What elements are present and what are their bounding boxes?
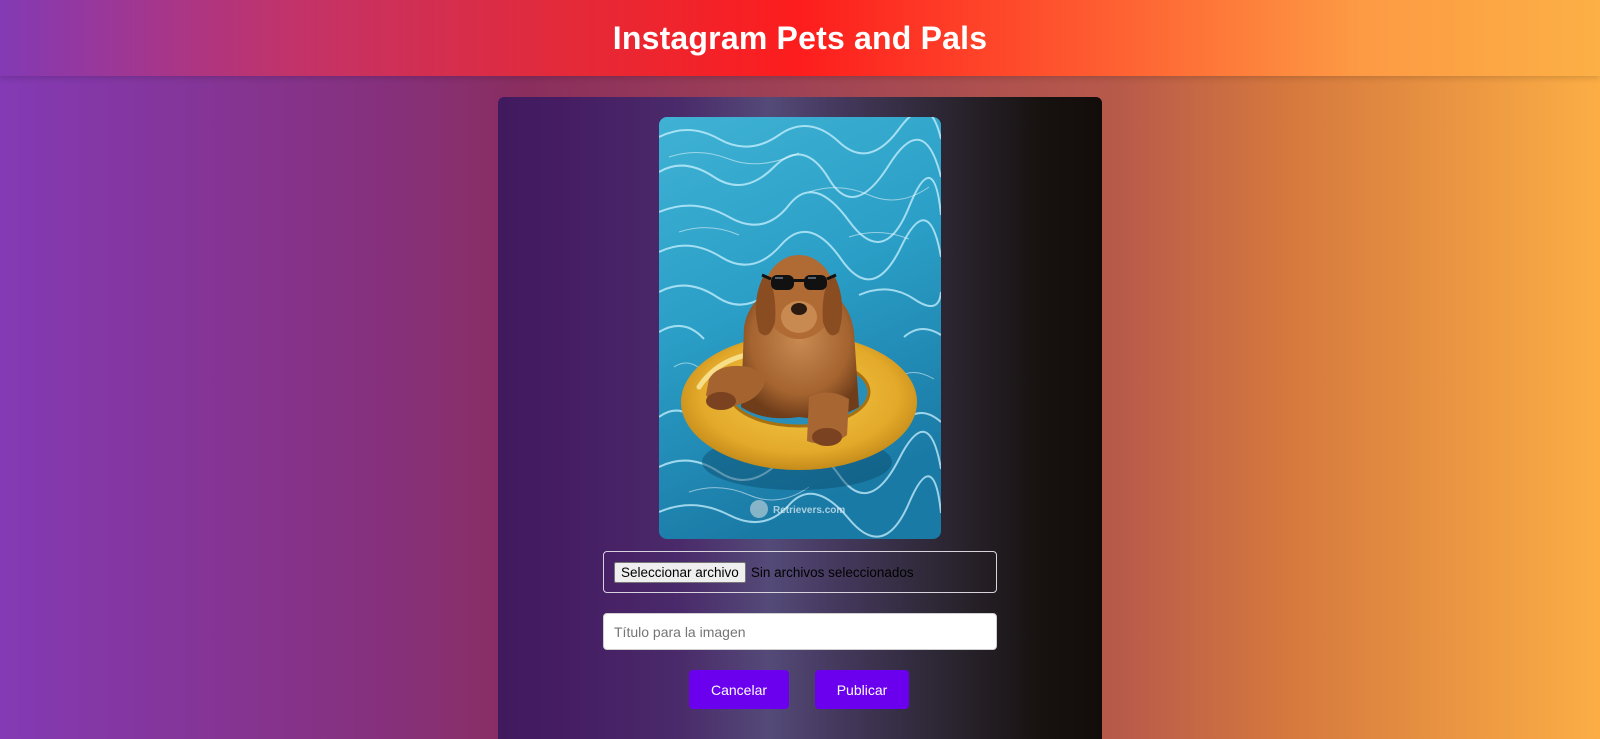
image-preview: Retrievers.com bbox=[659, 117, 941, 539]
file-status-text: Sin archivos seleccionados bbox=[750, 564, 914, 580]
file-upload-field[interactable]: Seleccionar archivo Sin archivos selecci… bbox=[603, 551, 997, 593]
publish-button[interactable]: Publicar bbox=[815, 670, 909, 709]
dog-photo: Retrievers.com bbox=[659, 117, 941, 539]
image-title-input[interactable] bbox=[603, 613, 997, 650]
choose-file-button[interactable]: Seleccionar archivo bbox=[614, 561, 746, 583]
cancel-button[interactable]: Cancelar bbox=[689, 670, 789, 709]
page-title: Instagram Pets and Pals bbox=[612, 19, 988, 56]
app-header: Instagram Pets and Pals bbox=[0, 0, 1600, 76]
upload-card: Retrievers.com Seleccionar archivo Sin a… bbox=[498, 97, 1102, 739]
watermark-text: Retrievers.com bbox=[773, 505, 845, 516]
